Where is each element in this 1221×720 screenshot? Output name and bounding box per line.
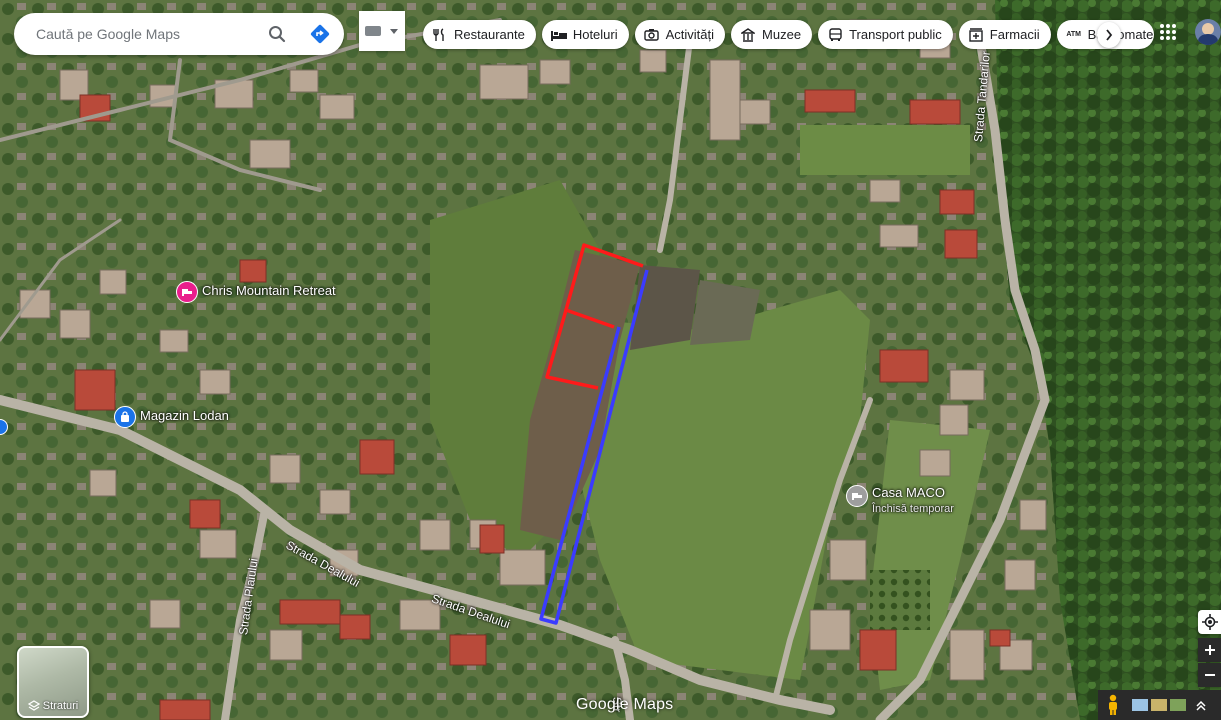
hotel-pin-icon: [846, 485, 868, 507]
hotel-pin-icon: [176, 281, 198, 303]
place-label: Casa MACO Închisă temporar: [872, 485, 954, 517]
zoom-out-button[interactable]: [1198, 663, 1221, 687]
chips-scroll-right[interactable]: [1097, 22, 1121, 48]
camera-icon: [644, 27, 660, 43]
fork-knife-icon: [432, 27, 448, 43]
search-input[interactable]: [34, 25, 258, 43]
pegman-icon[interactable]: [1106, 694, 1120, 716]
directions-icon[interactable]: [308, 22, 332, 46]
keyboard-icon: [365, 26, 381, 36]
layers-button[interactable]: Straturi: [17, 646, 89, 718]
chevron-up-icon[interactable]: [1195, 699, 1207, 711]
map-type-toggle[interactable]: [359, 11, 405, 51]
chip-transport-public[interactable]: Transport public: [818, 20, 953, 49]
chip-hoteluri[interactable]: Hoteluri: [541, 20, 629, 49]
google-maps-watermark: Google Maps: [576, 696, 674, 713]
place-name: Casa MACO: [872, 485, 945, 500]
place-chris-mountain-retreat[interactable]: Chris Mountain Retreat: [176, 281, 336, 303]
layers-label-row: Straturi: [19, 700, 87, 712]
layers-icon: [27, 700, 40, 711]
imagery-thumb-3[interactable]: [1170, 699, 1186, 711]
bed-icon: [550, 27, 567, 43]
chip-label: Transport public: [849, 27, 942, 42]
satellite-map[interactable]: [0, 0, 1221, 720]
place-name: Chris Mountain Retreat: [202, 283, 336, 298]
place-magazin-lodan[interactable]: Magazin Lodan: [114, 406, 229, 428]
google-apps-icon[interactable]: [1158, 22, 1178, 42]
chip-label: Muzee: [762, 27, 802, 42]
search-box: [14, 13, 344, 55]
my-location-icon: [1201, 614, 1218, 630]
place-casa-maco[interactable]: Casa MACO Închisă temporar: [846, 485, 954, 517]
place-status: Închisă temporar: [872, 503, 954, 515]
chip-label: Farmacii: [989, 27, 1040, 42]
chip-muzee[interactable]: Muzee: [731, 20, 813, 49]
account-avatar[interactable]: [1195, 19, 1221, 45]
chip-label: Hoteluri: [572, 27, 618, 42]
bus-icon: [827, 27, 843, 43]
chip-label: Restaurante: [454, 27, 525, 42]
chevron-down-icon: [390, 28, 398, 34]
bottom-toolbar: [1098, 690, 1221, 720]
search-icon[interactable]: [265, 22, 289, 46]
chip-restaurante[interactable]: Restaurante: [423, 20, 536, 49]
pharmacy-icon: [968, 27, 984, 43]
museum-icon: [740, 27, 756, 43]
layers-label: Straturi: [42, 700, 79, 712]
chip-label: Activități: [665, 27, 715, 42]
my-location-button[interactable]: [1198, 610, 1221, 634]
minus-icon: [1204, 674, 1215, 676]
atm-icon: ATM: [1066, 31, 1081, 38]
chevron-right-icon: [1097, 22, 1121, 48]
chip-activitati[interactable]: Activități: [634, 20, 726, 49]
chip-farmacii[interactable]: Farmacii: [958, 20, 1051, 49]
plus-icon: [1204, 645, 1215, 655]
shopping-pin-icon: [114, 406, 136, 428]
imagery-thumb-1[interactable]: [1132, 699, 1148, 711]
imagery-thumb-2[interactable]: [1151, 699, 1167, 711]
place-name: Magazin Lodan: [140, 408, 229, 423]
category-chips: Restaurante Hoteluri Activități Muzee Tr…: [423, 20, 1154, 49]
zoom-in-button[interactable]: [1198, 638, 1221, 662]
